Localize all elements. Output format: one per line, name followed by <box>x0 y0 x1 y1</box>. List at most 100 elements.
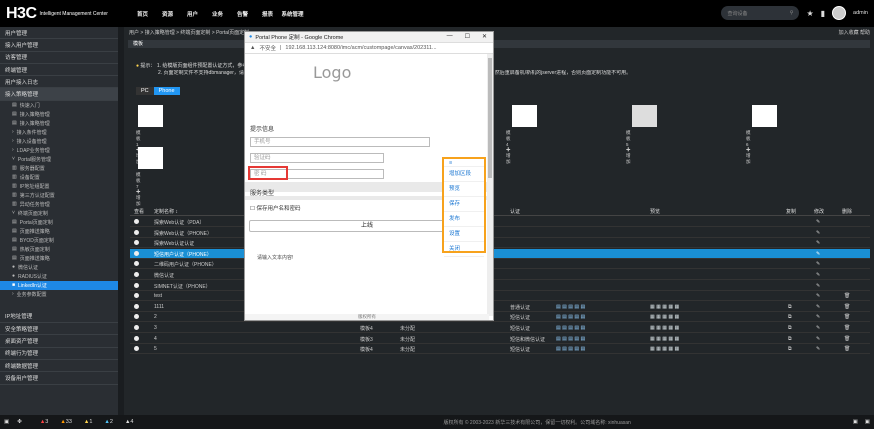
sidebar-sub[interactable]: ▥ 设备配置 <box>0 173 118 182</box>
edit-icon[interactable]: ✎ <box>816 240 820 246</box>
col-name[interactable]: 定制名称 ↕ <box>154 208 178 215</box>
delete-icon[interactable]: 🗑 <box>844 293 850 299</box>
view-icon[interactable] <box>134 240 139 246</box>
table-row[interactable]: 2模板1未分配短信认证▤ ▤ ▤ ▤ ▤▦ ▦ ▦ ▦ ▦⧉🗑✎ <box>130 312 870 323</box>
network-icon[interactable]: ✤ <box>17 419 22 425</box>
view-icon[interactable] <box>134 335 139 341</box>
copy-icon[interactable]: ⧉ <box>788 314 792 320</box>
edit-icon[interactable]: ✎ <box>816 346 820 352</box>
view-icon[interactable] <box>134 229 139 235</box>
thumbnail-label[interactable]: 模板6 ✚ 增加 <box>746 130 751 165</box>
alarm-yellow-count[interactable]: 1 <box>89 419 92 425</box>
menu-add-section[interactable]: 增加区段 <box>444 167 484 182</box>
thumbnail-6[interactable] <box>752 105 777 127</box>
sidebar-sub[interactable]: ▥ 第三方认证配置 <box>0 191 118 200</box>
thumbnail-5[interactable] <box>632 105 657 127</box>
sidebar-sub[interactable]: ▤ 热敏页面定制 <box>0 245 118 254</box>
sidebar-sub[interactable]: ▤ 接入策略管理 <box>0 119 118 128</box>
menu-save[interactable]: 保存 <box>444 197 484 212</box>
table-row[interactable]: SIMNET认证（PHONE） ✎ <box>130 281 870 291</box>
view-icon[interactable] <box>134 346 139 352</box>
delete-icon[interactable]: 🗑 <box>844 325 850 331</box>
sidebar-sub[interactable]: ● RADIUS认证 <box>0 272 118 281</box>
sidebar-sub[interactable]: ˅ 终端页面定制 <box>0 209 118 218</box>
copy-icon[interactable]: ⧉ <box>788 346 792 352</box>
sidebar-sub[interactable]: › 接入条件管理 <box>0 128 118 137</box>
sidebar-item-desktop[interactable]: 桌面资产管理 <box>0 335 118 348</box>
view-icon[interactable] <box>134 272 139 277</box>
sidebar-sub[interactable]: › 接入设备管理 <box>0 137 118 146</box>
delete-icon[interactable]: 🗑 <box>844 304 850 310</box>
sidebar-item-access-user[interactable]: 接入用户管理 <box>0 39 118 52</box>
sidebar-sub[interactable]: › 业务参数配置 <box>0 290 118 299</box>
menu-user[interactable]: 用户 <box>180 10 205 18</box>
preview-icons[interactable]: ▦ ▦ ▦ ▦ ▦ <box>650 314 679 320</box>
edit-icon[interactable]: ✎ <box>816 283 820 289</box>
preview-icons[interactable]: ▦ ▦ ▦ ▦ ▦ <box>650 325 679 331</box>
window-icon[interactable]: ▣ <box>865 419 870 425</box>
sidebar-sub[interactable]: ■ LinkedIn认证 <box>0 280 118 290</box>
delete-icon[interactable]: 🗑 <box>844 336 850 342</box>
thumbnail-7[interactable] <box>138 147 163 169</box>
minimize-icon[interactable]: — <box>447 33 453 40</box>
copy-icon[interactable]: ⧉ <box>788 325 792 331</box>
sidebar-sub[interactable]: ▤ Portal页面定制 <box>0 218 118 227</box>
auth-icons[interactable]: ▤ ▤ ▤ ▤ ▤ <box>556 325 585 331</box>
auth-icons[interactable]: ▤ ▤ ▤ ▤ ▤ <box>556 314 585 320</box>
table-row[interactable]: 短信用户认证（PHONE） ✎ <box>130 248 870 259</box>
alarm-white-count[interactable]: 4 <box>130 419 133 425</box>
table-row[interactable]: 4 模板3 未分配 短信和微信认证 ▤ ▤ ▤ ▤ ▤ ▦ ▦ ▦ ▦ ▦ ⧉ 🗑 ✎ <box>130 334 870 344</box>
star-icon[interactable]: ★ <box>806 9 813 18</box>
table-row[interactable]: 探索Web认证（PDA） ✎ <box>130 217 870 227</box>
tab-pc[interactable]: PC <box>136 87 154 95</box>
edit-icon[interactable]: ✎ <box>816 272 820 278</box>
search-input[interactable]: 查询设备 ⚲ <box>721 6 800 20</box>
table-row[interactable]: 探索Web认证（PHONE） ✎ <box>130 228 870 238</box>
maximize-icon[interactable]: ☐ <box>465 33 470 40</box>
close-icon[interactable]: ✕ <box>482 33 487 40</box>
sidebar-item-user-mgmt[interactable]: 用户管理 <box>0 27 118 40</box>
sidebar-sub[interactable]: ● 微信认证 <box>0 263 118 272</box>
delete-icon[interactable]: 🗑 <box>844 346 850 352</box>
sidebar-item-security[interactable]: 安全策略管理 <box>0 323 118 336</box>
menu-resource[interactable]: 资源 <box>155 10 180 18</box>
sidebar-sub[interactable]: ▤ BYOD页面定制 <box>0 236 118 245</box>
menu-close[interactable]: 关闭 <box>444 242 484 257</box>
edit-icon[interactable]: ✎ <box>816 230 820 236</box>
menu-settings[interactable]: 设置 <box>444 227 484 242</box>
sidebar-item-log[interactable]: 用户接入日志 <box>0 76 118 89</box>
thumbnail-label[interactable]: 模板4 ✚ 增加 <box>506 130 511 165</box>
thumbnail-label[interactable]: 模板5 ✚ 增加 <box>626 130 631 165</box>
view-icon[interactable] <box>134 250 139 256</box>
view-icon[interactable] <box>134 219 139 224</box>
thumbnail-4[interactable] <box>512 105 537 127</box>
view-icon[interactable] <box>134 293 139 299</box>
sidebar-sub[interactable]: ▥ 异动任务管理 <box>0 200 118 209</box>
auth-icons[interactable]: ▤ ▤ ▤ ▤ ▤ <box>556 336 585 342</box>
view-icon[interactable] <box>134 325 139 330</box>
sidebar-item-terminal[interactable]: 终端管理 <box>0 64 118 77</box>
menu-system[interactable]: 系统管理 <box>280 10 305 18</box>
table-row[interactable]: 二维码用户认证（PHONE） ✎ <box>130 259 870 270</box>
view-icon[interactable] <box>134 261 139 267</box>
edit-icon[interactable]: ✎ <box>816 261 820 267</box>
menu-publish[interactable]: 发布 <box>444 212 484 227</box>
menu-home[interactable]: 首页 <box>130 10 155 18</box>
sidebar-sub[interactable]: ▥ IP地址组配置 <box>0 182 118 191</box>
alarm-blue-count[interactable]: 2 <box>110 419 113 425</box>
phone-field[interactable]: 手机号 <box>250 137 430 147</box>
flag-icon[interactable]: ▮ <box>821 9 825 18</box>
sidebar-item-device-user[interactable]: 设备用户管理 <box>0 372 118 385</box>
address-text[interactable]: 192.168.113.124:8080/imc/acm/custompage/… <box>285 45 436 51</box>
edit-icon[interactable]: ✎ <box>816 293 820 299</box>
sidebar-sub[interactable]: ˅ Portal服务管理 <box>0 155 118 164</box>
save-password-checkbox[interactable]: ☐ 保存用户名和密码 <box>250 204 300 212</box>
table-row[interactable]: 1111模板1未分配普通认证▤ ▤ ▤ ▤ ▤▦ ▦ ▦ ▦ ▦⧉🗑✎ <box>130 302 870 312</box>
menu-preview[interactable]: 预览 <box>444 182 484 197</box>
edit-icon[interactable]: ✎ <box>816 325 820 331</box>
home-icon[interactable]: ▣ <box>4 419 9 425</box>
table-row[interactable]: 3 模板4 未分配 短信认证 ▤ ▤ ▤ ▤ ▤ ▦ ▦ ▦ ▦ ▦ ⧉ 🗑 ✎ <box>130 323 870 333</box>
table-row[interactable]: test 🗑 ✎ <box>130 291 870 302</box>
popup-scroll-thumb[interactable] <box>488 58 492 178</box>
table-row[interactable]: 微信认证 ✎ <box>130 270 870 280</box>
